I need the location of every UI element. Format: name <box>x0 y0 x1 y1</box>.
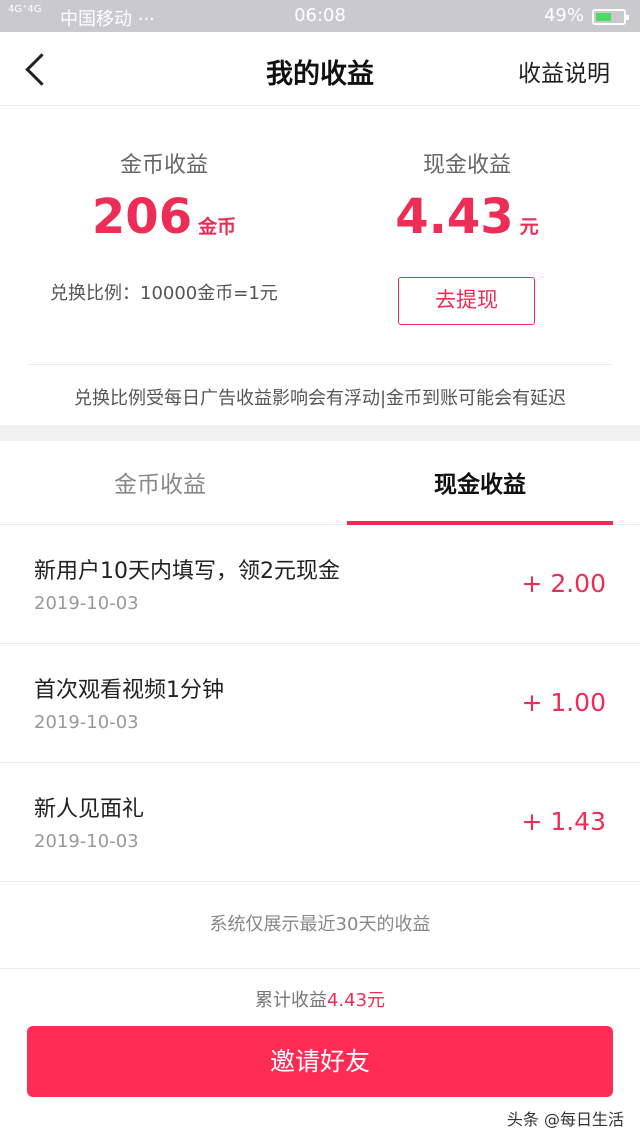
earnings-list: 新用户10天内填写，领2元现金 2019-10-03 + 2.00 首次观看视频… <box>0 525 640 882</box>
coin-earnings-label: 金币收益 <box>119 153 208 178</box>
battery-percent: 49% <box>543 5 584 26</box>
record-amount: + 1.43 <box>521 807 606 836</box>
list-item: 首次观看视频1分钟 2019-10-03 + 1.00 <box>0 644 640 763</box>
record-date: 2019-10-03 <box>34 593 139 614</box>
tab-bar: 金币收益 现金收益 <box>0 441 640 525</box>
total-earnings-amount: 4.43元 <box>326 990 386 1011</box>
record-date: 2019-10-03 <box>34 831 139 852</box>
record-amount: + 2.00 <box>521 569 606 598</box>
withdraw-button[interactable]: 去提现 <box>398 277 535 325</box>
coin-earnings: 金币收益 206 金币 <box>4 147 324 245</box>
divider <box>28 364 612 365</box>
exchange-rate: 兑换比例：10000金币=1元 <box>50 283 278 304</box>
coin-unit: 金币 <box>198 216 237 238</box>
status-bar: 4G⁺4G 中国移动 ··· 06:08 49% <box>0 0 640 32</box>
record-title: 新人见面礼 <box>34 797 145 822</box>
cash-earnings-value: 4.43 <box>395 189 514 245</box>
tab-coin-earnings[interactable]: 金币收益 <box>27 465 293 499</box>
record-title: 首次观看视频1分钟 <box>34 678 224 703</box>
cash-earnings-label: 现金收益 <box>422 153 511 178</box>
divider <box>0 968 640 969</box>
tab-cash-earnings[interactable]: 现金收益 <box>347 465 613 499</box>
cash-unit: 元 <box>519 216 539 238</box>
record-date: 2019-10-03 <box>34 712 139 733</box>
earnings-help-link[interactable]: 收益说明 <box>518 54 610 88</box>
earnings-summary: 金币收益 206 金币 现金收益 4.43 元 兑换比例：10000金币=1元 去提… <box>0 107 640 425</box>
record-title: 新用户10天内填写，领2元现金 <box>34 559 340 584</box>
cash-earnings: 现金收益 4.43 元 <box>307 147 627 245</box>
total-earnings-label: 累计收益 <box>254 990 327 1011</box>
invite-friends-button[interactable]: 邀请好友 <box>27 1026 613 1097</box>
watermark: 头条 @每日生活 <box>506 1110 624 1129</box>
rate-notice: 兑换比例受每日广告收益影响会有浮动|金币到账可能会有延迟 <box>73 388 567 409</box>
battery-icon <box>592 9 629 25</box>
record-amount: + 1.00 <box>521 688 606 717</box>
history-limit-note: 系统仅展示最近30天的收益 <box>209 914 431 935</box>
list-item: 新用户10天内填写，领2元现金 2019-10-03 + 2.00 <box>0 525 640 644</box>
coin-earnings-value: 206 <box>91 189 193 245</box>
section-gap <box>0 425 640 441</box>
total-earnings: 累计收益4.43元 <box>0 986 640 1012</box>
nav-bar: 我的收益 收益说明 <box>0 32 640 106</box>
list-item: 新人见面礼 2019-10-03 + 1.43 <box>0 763 640 882</box>
